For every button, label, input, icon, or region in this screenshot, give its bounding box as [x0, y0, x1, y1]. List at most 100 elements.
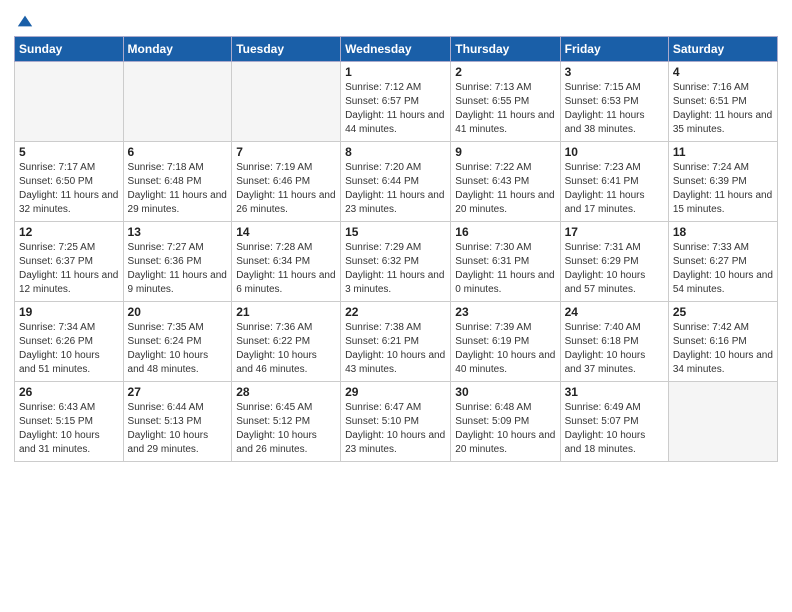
- day-number: 14: [236, 225, 336, 239]
- col-header-monday: Monday: [123, 37, 232, 62]
- table-row: [232, 62, 341, 142]
- table-row: 17 Sunrise: 7:31 AMSunset: 6:29 PMDayligh…: [560, 222, 668, 302]
- day-number: 20: [128, 305, 228, 319]
- day-number: 24: [565, 305, 664, 319]
- week-row-4: 19 Sunrise: 7:34 AMSunset: 6:26 PMDayligh…: [15, 302, 778, 382]
- day-number: 29: [345, 385, 446, 399]
- day-number: 15: [345, 225, 446, 239]
- day-number: 23: [455, 305, 555, 319]
- day-info: Sunrise: 7:28 AMSunset: 6:34 PMDaylight:…: [236, 241, 336, 297]
- table-row: [15, 62, 124, 142]
- day-info: Sunrise: 6:49 AMSunset: 5:07 PMDaylight:…: [565, 401, 664, 457]
- table-row: 1 Sunrise: 7:12 AMSunset: 6:57 PMDaylight…: [341, 62, 451, 142]
- table-row: 9 Sunrise: 7:22 AMSunset: 6:43 PMDaylight…: [451, 142, 560, 222]
- day-info: Sunrise: 7:40 AMSunset: 6:18 PMDaylight:…: [565, 321, 664, 377]
- week-row-3: 12Sunrise: 7:25 AMSunset: 6:37 PMDayligh…: [15, 222, 778, 302]
- table-row: 31 Sunrise: 6:49 AMSunset: 5:07 PMDayligh…: [560, 382, 668, 462]
- day-info: Sunrise: 7:29 AMSunset: 6:32 PMDaylight:…: [345, 241, 446, 297]
- day-number: 4: [673, 65, 773, 79]
- col-header-thursday: Thursday: [451, 37, 560, 62]
- day-number: 10: [565, 145, 664, 159]
- days-header-row: SundayMondayTuesdayWednesdayThursdayFrid…: [15, 37, 778, 62]
- table-row: 22Sunrise: 7:38 AMSunset: 6:21 PMDayligh…: [341, 302, 451, 382]
- day-number: 2: [455, 65, 555, 79]
- table-row: 11Sunrise: 7:24 AMSunset: 6:39 PMDayligh…: [668, 142, 777, 222]
- table-row: 20 Sunrise: 7:35 AMSunset: 6:24 PMDayligh…: [123, 302, 232, 382]
- table-row: 12Sunrise: 7:25 AMSunset: 6:37 PMDayligh…: [15, 222, 124, 302]
- table-row: 25 Sunrise: 7:42 AMSunset: 6:16 PMDayligh…: [668, 302, 777, 382]
- day-number: 28: [236, 385, 336, 399]
- table-row: 13 Sunrise: 7:27 AMSunset: 6:36 PMDayligh…: [123, 222, 232, 302]
- day-info: Sunrise: 7:39 AMSunset: 6:19 PMDaylight:…: [455, 321, 555, 377]
- day-info: Sunrise: 7:34 AMSunset: 6:26 PMDaylight:…: [19, 321, 119, 377]
- day-number: 18: [673, 225, 773, 239]
- table-row: 2 Sunrise: 7:13 AMSunset: 6:55 PMDaylight…: [451, 62, 560, 142]
- calendar-table: SundayMondayTuesdayWednesdayThursdayFrid…: [14, 36, 778, 462]
- day-number: 21: [236, 305, 336, 319]
- day-info: Sunrise: 7:20 AMSunset: 6:44 PMDaylight:…: [345, 161, 446, 217]
- day-info: Sunrise: 6:48 AMSunset: 5:09 PMDaylight:…: [455, 401, 555, 457]
- day-info: Sunrise: 7:27 AMSunset: 6:36 PMDaylight:…: [128, 241, 228, 297]
- day-number: 19: [19, 305, 119, 319]
- week-row-1: 1 Sunrise: 7:12 AMSunset: 6:57 PMDaylight…: [15, 62, 778, 142]
- table-row: 19 Sunrise: 7:34 AMSunset: 6:26 PMDayligh…: [15, 302, 124, 382]
- table-row: 16 Sunrise: 7:30 AMSunset: 6:31 PMDayligh…: [451, 222, 560, 302]
- table-row: 3 Sunrise: 7:15 AMSunset: 6:53 PMDaylight…: [560, 62, 668, 142]
- day-info: Sunrise: 7:16 AMSunset: 6:51 PMDaylight:…: [673, 81, 773, 137]
- day-number: 12: [19, 225, 119, 239]
- day-info: Sunrise: 6:43 AMSunset: 5:15 PMDaylight:…: [19, 401, 119, 457]
- day-info: Sunrise: 7:22 AMSunset: 6:43 PMDaylight:…: [455, 161, 555, 217]
- table-row: [668, 382, 777, 462]
- table-row: 7 Sunrise: 7:19 AMSunset: 6:46 PMDaylight…: [232, 142, 341, 222]
- day-number: 26: [19, 385, 119, 399]
- day-number: 17: [565, 225, 664, 239]
- day-info: Sunrise: 6:44 AMSunset: 5:13 PMDaylight:…: [128, 401, 228, 457]
- col-header-tuesday: Tuesday: [232, 37, 341, 62]
- table-row: 10Sunrise: 7:23 AMSunset: 6:41 PMDayligh…: [560, 142, 668, 222]
- day-info: Sunrise: 7:12 AMSunset: 6:57 PMDaylight:…: [345, 81, 446, 137]
- day-info: Sunrise: 7:30 AMSunset: 6:31 PMDaylight:…: [455, 241, 555, 297]
- day-info: Sunrise: 7:31 AMSunset: 6:29 PMDaylight:…: [565, 241, 664, 297]
- table-row: 15 Sunrise: 7:29 AMSunset: 6:32 PMDayligh…: [341, 222, 451, 302]
- day-number: 7: [236, 145, 336, 159]
- day-number: 3: [565, 65, 664, 79]
- day-number: 25: [673, 305, 773, 319]
- day-info: Sunrise: 7:13 AMSunset: 6:55 PMDaylight:…: [455, 81, 555, 137]
- day-number: 13: [128, 225, 228, 239]
- day-info: Sunrise: 7:42 AMSunset: 6:16 PMDaylight:…: [673, 321, 773, 377]
- day-number: 6: [128, 145, 228, 159]
- table-row: [123, 62, 232, 142]
- week-row-5: 26 Sunrise: 6:43 AMSunset: 5:15 PMDayligh…: [15, 382, 778, 462]
- table-row: 14 Sunrise: 7:28 AMSunset: 6:34 PMDayligh…: [232, 222, 341, 302]
- day-number: 8: [345, 145, 446, 159]
- table-row: 6Sunrise: 7:18 AMSunset: 6:48 PMDaylight…: [123, 142, 232, 222]
- day-number: 27: [128, 385, 228, 399]
- col-header-friday: Friday: [560, 37, 668, 62]
- table-row: 5 Sunrise: 7:17 AMSunset: 6:50 PMDaylight…: [15, 142, 124, 222]
- day-number: 16: [455, 225, 555, 239]
- day-info: Sunrise: 6:45 AMSunset: 5:12 PMDaylight:…: [236, 401, 336, 457]
- col-header-wednesday: Wednesday: [341, 37, 451, 62]
- day-info: Sunrise: 6:47 AMSunset: 5:10 PMDaylight:…: [345, 401, 446, 457]
- table-row: 18 Sunrise: 7:33 AMSunset: 6:27 PMDayligh…: [668, 222, 777, 302]
- day-info: Sunrise: 7:38 AMSunset: 6:21 PMDaylight:…: [345, 321, 446, 377]
- day-number: 9: [455, 145, 555, 159]
- day-number: 30: [455, 385, 555, 399]
- table-row: 23 Sunrise: 7:39 AMSunset: 6:19 PMDayligh…: [451, 302, 560, 382]
- day-info: Sunrise: 7:24 AMSunset: 6:39 PMDaylight:…: [673, 161, 773, 217]
- table-row: 24 Sunrise: 7:40 AMSunset: 6:18 PMDayligh…: [560, 302, 668, 382]
- day-info: Sunrise: 7:19 AMSunset: 6:46 PMDaylight:…: [236, 161, 336, 217]
- day-number: 31: [565, 385, 664, 399]
- table-row: 28 Sunrise: 6:45 AMSunset: 5:12 PMDayligh…: [232, 382, 341, 462]
- day-info: Sunrise: 7:17 AMSunset: 6:50 PMDaylight:…: [19, 161, 119, 217]
- week-row-2: 5 Sunrise: 7:17 AMSunset: 6:50 PMDaylight…: [15, 142, 778, 222]
- logo-icon: [16, 12, 34, 30]
- day-number: 1: [345, 65, 446, 79]
- day-info: Sunrise: 7:15 AMSunset: 6:53 PMDaylight:…: [565, 81, 664, 137]
- table-row: 21Sunrise: 7:36 AMSunset: 6:22 PMDayligh…: [232, 302, 341, 382]
- day-info: Sunrise: 7:33 AMSunset: 6:27 PMDaylight:…: [673, 241, 773, 297]
- table-row: 26 Sunrise: 6:43 AMSunset: 5:15 PMDayligh…: [15, 382, 124, 462]
- day-number: 5: [19, 145, 119, 159]
- day-info: Sunrise: 7:35 AMSunset: 6:24 PMDaylight:…: [128, 321, 228, 377]
- header: [14, 10, 778, 30]
